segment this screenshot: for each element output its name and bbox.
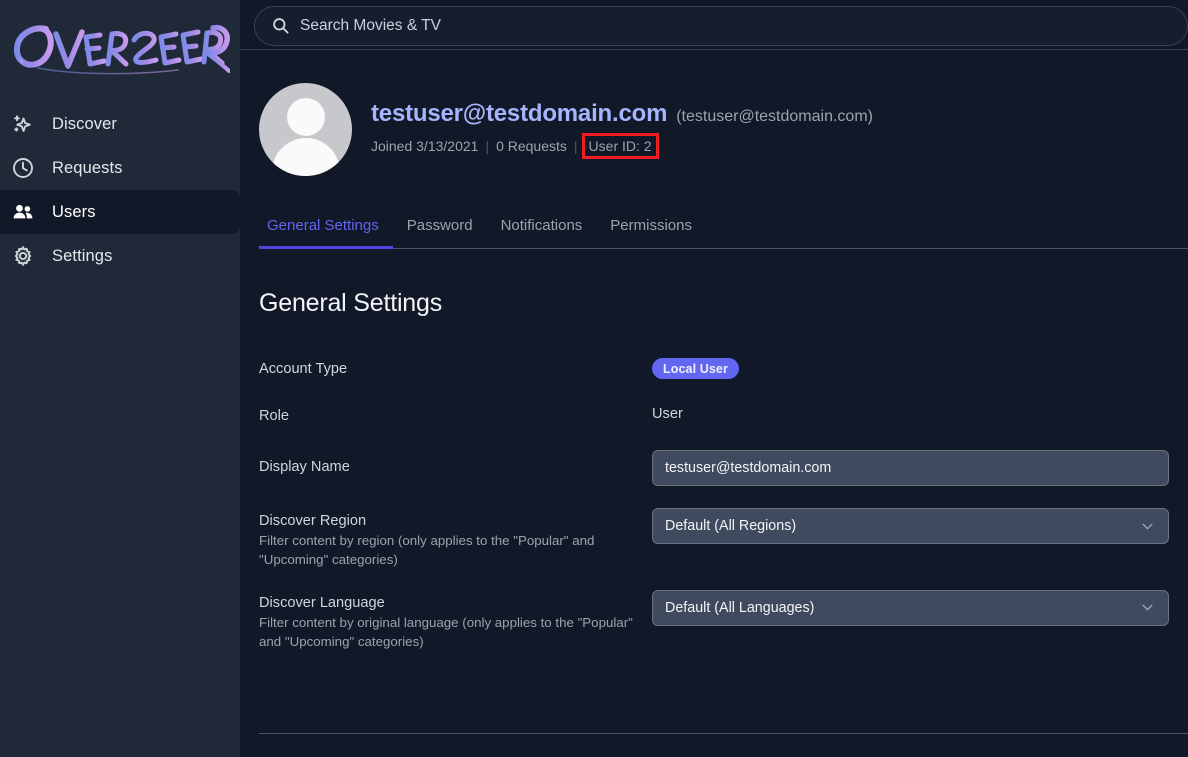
avatar-body-shape — [272, 138, 340, 176]
field-label-col: Discover Region Filter content by region… — [259, 510, 652, 570]
sidebar-item-label: Users — [52, 203, 96, 222]
sidebar-item-label: Discover — [52, 115, 117, 134]
field-account-type: Account Type Local User — [259, 358, 1188, 379]
sidebar-item-discover[interactable]: Discover — [0, 102, 240, 146]
avatar[interactable] — [259, 83, 352, 176]
tab-general-settings[interactable]: General Settings — [259, 217, 393, 249]
general-settings-form: Account Type Local User Role User — [259, 358, 1188, 651]
users-icon — [11, 200, 35, 224]
display-name-input[interactable]: testuser@testdomain.com — [652, 450, 1169, 486]
meta-separator: | — [574, 138, 578, 154]
tab-permissions[interactable]: Permissions — [596, 217, 706, 249]
sidebar-nav: Discover Requests Users — [0, 102, 240, 278]
sidebar-item-users[interactable]: Users — [0, 190, 240, 234]
discover-region-select[interactable]: Default (All Regions) — [652, 508, 1169, 544]
chevron-down-icon — [1139, 599, 1156, 616]
profile-name-row: testuser@testdomain.com (testuser@testdo… — [371, 100, 873, 128]
field-discover-language: Discover Language Filter content by orig… — [259, 592, 1188, 652]
discover-language-label: Discover Language — [259, 595, 638, 611]
discover-region-label: Discover Region — [259, 513, 638, 529]
profile-joined-date: Joined 3/13/2021 — [371, 138, 478, 154]
profile-header: testuser@testdomain.com (testuser@testdo… — [240, 50, 1188, 176]
account-type-label: Account Type — [259, 361, 638, 377]
field-label-col: Discover Language Filter content by orig… — [259, 592, 652, 652]
status-badge: Local User — [652, 358, 739, 379]
search-placeholder: Search Movies & TV — [300, 17, 441, 35]
page-title: testuser@testdomain.com — [371, 100, 667, 128]
profile-info: testuser@testdomain.com (testuser@testdo… — [371, 100, 873, 160]
field-label-col: Display Name — [259, 450, 652, 475]
field-role: Role User — [259, 405, 1188, 424]
discover-language-description: Filter content by original language (onl… — [259, 613, 638, 652]
chevron-down-icon — [1139, 518, 1156, 535]
app-root: Discover Requests Users — [0, 0, 1188, 757]
top-search-bar: Search Movies & TV — [240, 0, 1188, 50]
section-heading: General Settings — [259, 289, 1188, 318]
profile-request-count: 0 Requests — [496, 138, 567, 154]
discover-region-description: Filter content by region (only applies t… — [259, 531, 638, 570]
profile-email: (testuser@testdomain.com) — [676, 108, 873, 126]
display-name-label: Display Name — [259, 459, 638, 475]
overseerr-wordmark-icon — [8, 18, 230, 80]
form-bottom-divider — [259, 733, 1188, 734]
field-label-col: Role — [259, 405, 652, 424]
profile-meta: Joined 3/13/2021 | 0 Requests | User ID:… — [371, 136, 873, 156]
sidebar-item-settings[interactable]: Settings — [0, 234, 240, 278]
field-label-col: Account Type — [259, 358, 652, 377]
general-settings-panel: General Settings Account Type Local User… — [240, 249, 1188, 651]
sidebar-item-label: Settings — [52, 247, 112, 266]
app-logo[interactable] — [0, 8, 240, 90]
avatar-head-shape — [287, 98, 325, 136]
field-discover-region: Discover Region Filter content by region… — [259, 510, 1188, 570]
field-control-col: Local User — [652, 358, 1169, 379]
main-content: Search Movies & TV testuser@testdomain.c… — [240, 0, 1188, 757]
field-control-col: Default (All Languages) — [652, 590, 1169, 626]
search-icon — [271, 16, 290, 35]
discover-language-value: Default (All Languages) — [665, 600, 814, 616]
meta-separator: | — [485, 138, 489, 154]
search-input[interactable]: Search Movies & TV — [254, 6, 1188, 46]
discover-region-value: Default (All Regions) — [665, 518, 796, 534]
tab-notifications[interactable]: Notifications — [487, 217, 597, 249]
field-control-col: User — [652, 405, 1169, 423]
field-display-name: Display Name testuser@testdomain.com — [259, 450, 1188, 486]
settings-tabs: General Settings Password Notifications … — [259, 217, 1188, 249]
clock-icon — [11, 156, 35, 180]
role-value: User — [652, 405, 683, 422]
gear-icon — [11, 244, 35, 268]
sidebar: Discover Requests Users — [0, 0, 240, 757]
field-control-col: Default (All Regions) — [652, 508, 1169, 544]
sidebar-item-label: Requests — [52, 159, 123, 178]
sidebar-item-requests[interactable]: Requests — [0, 146, 240, 190]
field-control-col: testuser@testdomain.com — [652, 450, 1169, 486]
sparkles-icon — [11, 112, 35, 136]
profile-user-id: User ID: 2 — [585, 136, 656, 156]
discover-language-select[interactable]: Default (All Languages) — [652, 590, 1169, 626]
role-label: Role — [259, 408, 638, 424]
tab-password[interactable]: Password — [393, 217, 487, 249]
